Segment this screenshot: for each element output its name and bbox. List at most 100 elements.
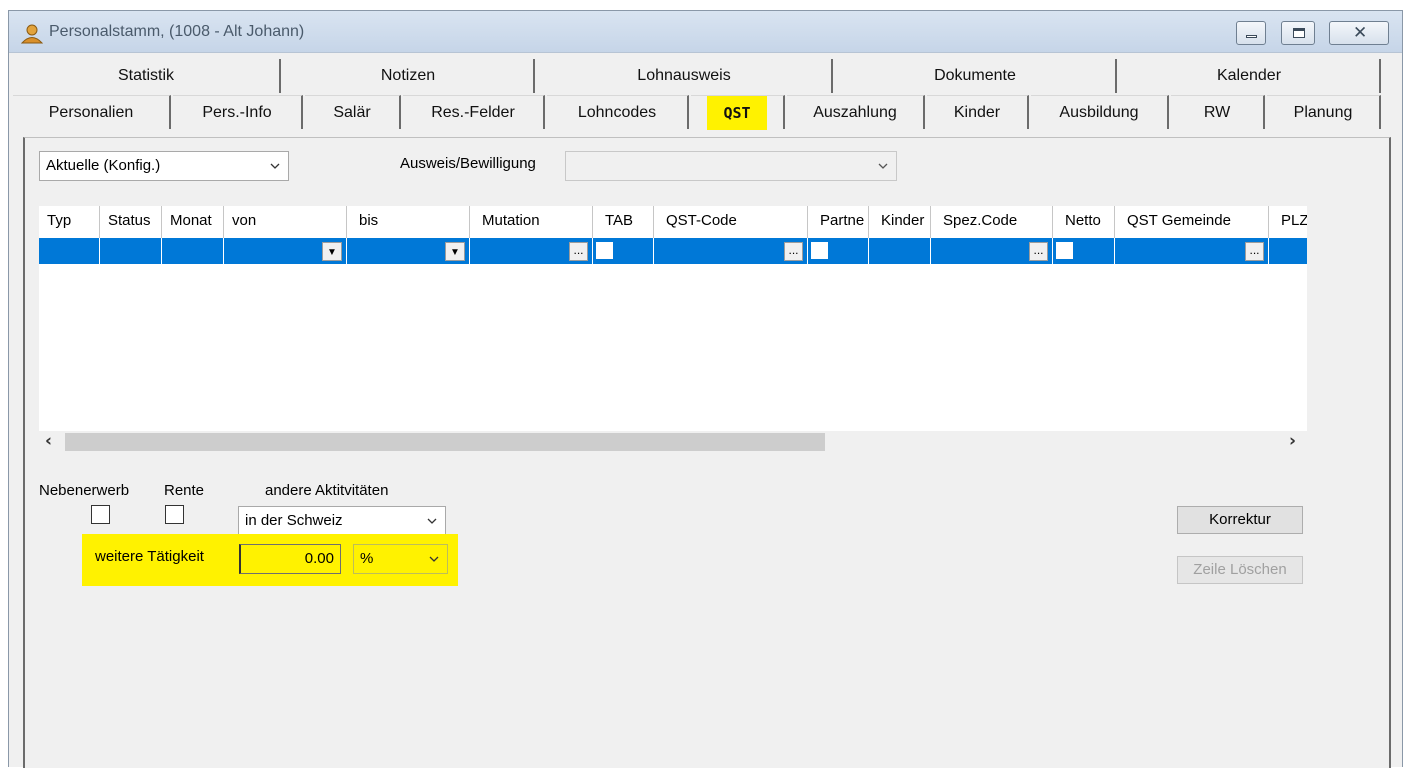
col-tab[interactable]: TAB [593, 206, 654, 238]
ausweis-select[interactable] [565, 151, 897, 181]
tab-checkbox[interactable] [596, 242, 613, 259]
col-bis[interactable]: bis [347, 206, 470, 238]
qst-gemeinde-ellipsis-button[interactable]: ... [1245, 242, 1264, 261]
cell-von[interactable]: ▼ [224, 238, 347, 264]
tab-label-active: QST [707, 96, 767, 130]
tab-dokumente[interactable]: Dokumente [835, 59, 1117, 93]
col-kinder[interactable]: Kinder [869, 206, 931, 238]
weitere-taetigkeit-input[interactable]: 0.00 [239, 544, 341, 574]
col-typ[interactable]: Typ [39, 206, 100, 238]
user-icon [21, 24, 43, 44]
ausweis-label: Ausweis/Bewilligung [400, 155, 536, 172]
andere-aktivitaeten-label: andere Aktitvitäten [265, 482, 389, 499]
cell-tab[interactable] [593, 238, 654, 264]
window-title: Personalstamm, (1008 - Alt Johann) [49, 23, 305, 40]
col-spez-code[interactable]: Spez.Code [931, 206, 1053, 238]
unit-select-value: % [360, 550, 374, 567]
close-icon: ✕ [1353, 23, 1368, 43]
cell-mutation[interactable]: ... [470, 238, 593, 264]
col-status[interactable]: Status [100, 206, 162, 238]
qst-grid[interactable]: Typ Status Monat von bis Mutation TAB QS… [39, 206, 1307, 449]
cell-bis[interactable]: ▼ [347, 238, 470, 264]
chevron-down-icon [427, 518, 437, 524]
col-qst-gemeinde[interactable]: QST Gemeinde [1115, 206, 1269, 238]
andere-aktivitaeten-select[interactable]: in der Schweiz [238, 506, 446, 536]
tab-label: Salär [333, 104, 371, 121]
tab-strip: Statistik Notizen Lohnausweis Dokumente … [11, 59, 1393, 141]
qst-code-ellipsis-button[interactable]: ... [784, 242, 803, 261]
rente-checkbox[interactable] [165, 505, 184, 524]
cell-qst-code[interactable]: ... [654, 238, 808, 264]
cell-status[interactable] [100, 238, 162, 264]
bis-dropdown-button[interactable]: ▼ [445, 242, 465, 261]
tab-qst[interactable]: QST [691, 95, 785, 130]
filter-select-value: Aktuelle (Konfig.) [46, 157, 161, 174]
tab-label: Kinder [953, 104, 1001, 121]
qst-panel: Aktuelle (Konfig.) Ausweis/Bewilligung T… [23, 137, 1391, 768]
title-bar[interactable]: Personalstamm, (1008 - Alt Johann) ✕ [9, 11, 1402, 53]
tab-kinder[interactable]: Kinder [927, 95, 1029, 129]
nebenerwerb-checkbox[interactable] [91, 505, 110, 524]
horizontal-scrollbar[interactable]: ‹ › [39, 431, 1307, 453]
cell-typ[interactable] [39, 238, 100, 264]
maximize-button[interactable] [1281, 21, 1315, 45]
tab-res-felder[interactable]: Res.-Felder [403, 95, 545, 129]
close-button[interactable]: ✕ [1329, 21, 1389, 45]
tab-label: Ausbildung [1059, 104, 1139, 121]
table-row[interactable]: ▼ ▼ ... ... ... ... [39, 238, 1307, 264]
col-monat[interactable]: Monat [162, 206, 224, 238]
scroll-left-icon[interactable]: ‹ [45, 431, 52, 451]
tab-label: Notizen [380, 67, 436, 84]
nebenerwerb-label: Nebenerwerb [39, 482, 130, 499]
tab-ausbildung[interactable]: Ausbildung [1031, 95, 1169, 129]
grid-header: Typ Status Monat von bis Mutation TAB QS… [39, 206, 1307, 238]
cell-kinder[interactable] [869, 238, 931, 264]
cell-monat[interactable] [162, 238, 224, 264]
tab-lohnausweis[interactable]: Lohnausweis [537, 59, 833, 93]
netto-checkbox[interactable] [1056, 242, 1073, 259]
tab-kalender[interactable]: Kalender [1119, 59, 1381, 93]
tab-salaer[interactable]: Salär [305, 95, 401, 129]
col-qst-code[interactable]: QST-Code [654, 206, 808, 238]
tab-lohncodes[interactable]: Lohncodes [547, 95, 689, 129]
col-partner[interactable]: Partne [808, 206, 869, 238]
col-plz[interactable]: PLZ [1269, 206, 1307, 238]
tab-rw[interactable]: RW [1171, 95, 1265, 129]
tab-planung[interactable]: Planung [1267, 95, 1381, 129]
unit-select[interactable]: % [353, 544, 448, 574]
tab-personalien[interactable]: Personalien [13, 95, 171, 129]
tab-label: Personalien [48, 104, 134, 121]
tab-label: Lohncodes [577, 104, 657, 121]
cell-netto[interactable] [1053, 238, 1115, 264]
von-dropdown-button[interactable]: ▼ [322, 242, 342, 261]
tab-label: Planung [1293, 104, 1353, 121]
cell-qst-gemeinde[interactable]: ... [1115, 238, 1269, 264]
personalstamm-window: Personalstamm, (1008 - Alt Johann) ✕ Sta… [8, 10, 1403, 768]
tab-label: Auszahlung [813, 104, 897, 121]
tab-notizen[interactable]: Notizen [283, 59, 535, 93]
col-netto[interactable]: Netto [1053, 206, 1115, 238]
korrektur-button[interactable]: Korrektur [1177, 506, 1303, 534]
tab-auszahlung[interactable]: Auszahlung [787, 95, 925, 129]
mutation-ellipsis-button[interactable]: ... [569, 242, 588, 261]
maximize-icon [1293, 28, 1305, 38]
cell-partner[interactable] [808, 238, 869, 264]
tab-label: Kalender [1216, 67, 1282, 84]
cell-spez-code[interactable]: ... [931, 238, 1053, 264]
cell-plz[interactable] [1269, 238, 1307, 264]
minimize-button[interactable] [1236, 21, 1266, 45]
spez-code-ellipsis-button[interactable]: ... [1029, 242, 1048, 261]
col-von[interactable]: von [224, 206, 347, 238]
tab-statistik[interactable]: Statistik [13, 59, 281, 93]
scroll-right-icon[interactable]: › [1289, 431, 1296, 451]
rente-label: Rente [164, 482, 205, 499]
zeile-loeschen-button[interactable]: Zeile Löschen [1177, 556, 1303, 584]
weitere-taetigkeit-label: weitere Tätigkeit [95, 548, 204, 565]
col-mutation[interactable]: Mutation [470, 206, 593, 238]
tab-pers-info[interactable]: Pers.-Info [173, 95, 303, 129]
scrollbar-thumb[interactable] [65, 433, 825, 451]
partner-checkbox[interactable] [811, 242, 828, 259]
tab-label: Statistik [117, 67, 174, 84]
chevron-down-icon [429, 556, 439, 562]
filter-select[interactable]: Aktuelle (Konfig.) [39, 151, 289, 181]
